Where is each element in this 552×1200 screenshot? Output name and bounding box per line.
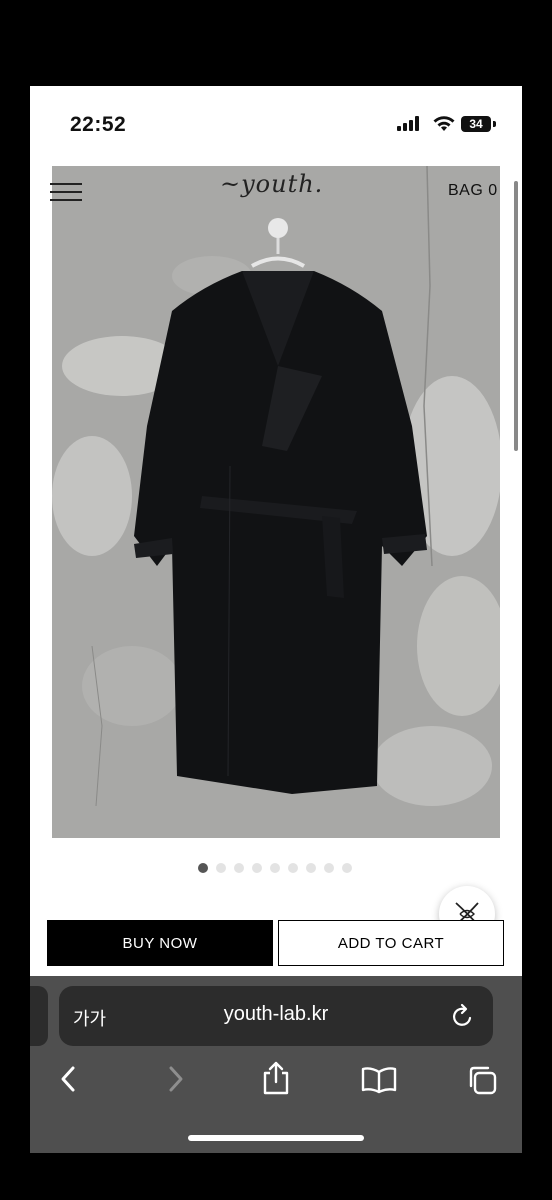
bag-link[interactable]: BAG 0 xyxy=(448,182,498,200)
previous-tab-peek[interactable] xyxy=(30,986,48,1046)
pagination-dot[interactable] xyxy=(270,863,280,873)
site-logo[interactable]: ~youth. xyxy=(220,170,323,198)
signal-icon xyxy=(397,116,419,131)
bookmarks-icon[interactable] xyxy=(361,1066,397,1094)
browser-toolbar: 가가 youth-lab.kr xyxy=(30,976,522,1153)
battery-icon: 34 xyxy=(461,116,491,132)
pagination-dot[interactable] xyxy=(288,863,298,873)
pagination-dot[interactable] xyxy=(252,863,262,873)
pagination-dot[interactable] xyxy=(216,863,226,873)
pagination-dot[interactable] xyxy=(234,863,244,873)
gallery-pagination[interactable] xyxy=(198,863,352,873)
back-icon[interactable] xyxy=(58,1064,80,1094)
wifi-icon xyxy=(433,116,455,131)
battery-nub xyxy=(493,121,496,127)
pagination-dot[interactable] xyxy=(324,863,334,873)
address-bar[interactable]: 가가 youth-lab.kr xyxy=(59,986,493,1046)
add-to-cart-button[interactable]: ADD TO CART xyxy=(278,920,504,966)
pagination-dot[interactable] xyxy=(198,863,208,873)
reload-icon[interactable] xyxy=(451,1003,475,1029)
status-bar: 22:52 34 xyxy=(30,86,522,160)
product-image[interactable] xyxy=(52,166,500,838)
pagination-dot[interactable] xyxy=(306,863,316,873)
scrollbar[interactable] xyxy=(514,181,518,451)
pagination-dot[interactable] xyxy=(342,863,352,873)
status-time: 22:52 xyxy=(70,113,127,136)
coat-photo xyxy=(52,166,500,838)
share-icon[interactable] xyxy=(260,1060,292,1096)
url-text[interactable]: youth-lab.kr xyxy=(59,1003,493,1026)
hamburger-menu-icon[interactable] xyxy=(50,183,82,207)
tabs-icon[interactable] xyxy=(466,1064,498,1096)
buy-now-button[interactable]: BUY NOW xyxy=(47,920,273,966)
home-indicator[interactable] xyxy=(188,1135,364,1141)
phone-screen: 22:52 34 ~youth. BAG 0 BUY NOW ADD TO CA… xyxy=(30,86,522,1153)
purchase-actions: BUY NOW ADD TO CART xyxy=(47,920,507,966)
forward-icon[interactable] xyxy=(164,1064,186,1094)
